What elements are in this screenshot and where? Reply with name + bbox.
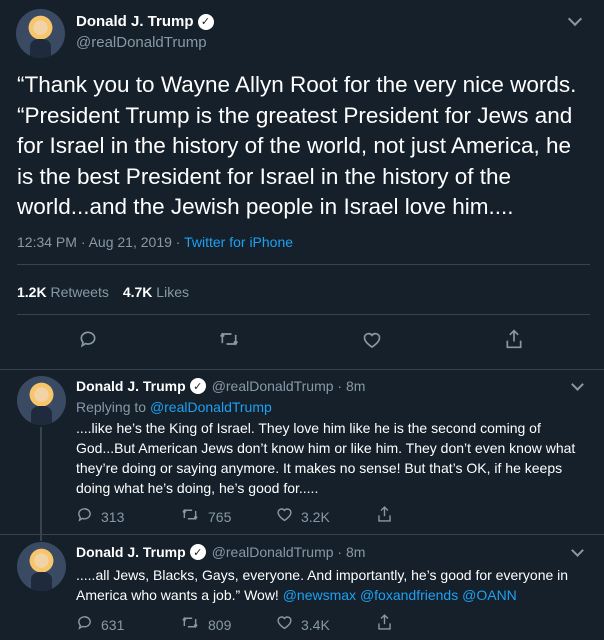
thread-connector bbox=[40, 427, 42, 541]
tweet-stats: 1.2K Retweets 4.7K Likes bbox=[17, 284, 189, 300]
avatar[interactable] bbox=[17, 542, 66, 591]
divider bbox=[17, 314, 590, 315]
tweet-meta: 12:34 PM · Aug 21, 2019 · Twitter for iP… bbox=[17, 234, 293, 250]
chevron-down-icon[interactable] bbox=[567, 11, 583, 27]
likes-count: 4.7K bbox=[122, 284, 153, 300]
mention-link[interactable]: @newsmax bbox=[283, 587, 356, 603]
reply-action[interactable]: 631 bbox=[76, 613, 180, 636]
reply-tweet[interactable]: Donald J. Trump ✓ @realDonaldTrump · 8m … bbox=[0, 370, 604, 535]
heart-icon[interactable] bbox=[362, 330, 382, 355]
avatar[interactable] bbox=[17, 376, 66, 425]
replying-to: Replying to @realDonaldTrump bbox=[76, 399, 272, 415]
retweet-count: 765 bbox=[208, 508, 232, 525]
tweet-text: .....all Jews, Blacks, Gays, everyone. A… bbox=[76, 565, 591, 605]
heart-icon bbox=[276, 506, 293, 527]
retweets-stat[interactable]: 1.2K Retweets bbox=[17, 284, 109, 300]
author-name-row[interactable]: Donald J. Trump ✓ @realDonaldTrump · 8m bbox=[76, 378, 365, 394]
verified-badge-icon: ✓ bbox=[197, 13, 214, 30]
avatar[interactable] bbox=[16, 9, 65, 58]
tweet-actions bbox=[0, 325, 604, 359]
verified-badge-icon: ✓ bbox=[189, 544, 206, 560]
retweet-action[interactable]: 765 bbox=[180, 505, 276, 528]
author-name[interactable]: Donald J. Trump bbox=[76, 13, 194, 30]
replying-to-label: Replying to bbox=[76, 399, 147, 415]
retweet-action[interactable]: 809 bbox=[180, 613, 276, 636]
tweet-actions: 631 809 3.4K bbox=[76, 613, 393, 636]
tweet-text: ....like he’s the King of Israel. They l… bbox=[76, 420, 576, 496]
main-tweet: Donald J. Trump ✓ @realDonaldTrump “Than… bbox=[0, 0, 604, 370]
likes-stat[interactable]: 4.7K Likes bbox=[123, 284, 189, 300]
chevron-down-icon[interactable] bbox=[571, 544, 584, 557]
author-name[interactable]: Donald J. Trump bbox=[76, 378, 186, 394]
like-count: 3.4K bbox=[301, 616, 330, 633]
author-name-row[interactable]: Donald J. Trump ✓ bbox=[76, 13, 214, 30]
reply-icon bbox=[76, 506, 93, 528]
author-handle-time[interactable]: @realDonaldTrump · 8m bbox=[212, 378, 366, 394]
author-handle-time[interactable]: @realDonaldTrump · 8m bbox=[212, 544, 366, 560]
retweets-count: 1.2K bbox=[17, 284, 47, 300]
like-action[interactable]: 3.2K bbox=[276, 505, 376, 528]
like-count: 3.2K bbox=[301, 508, 330, 525]
share-icon bbox=[376, 505, 393, 528]
tweet-timestamp[interactable]: 12:34 PM · Aug 21, 2019 · bbox=[17, 234, 180, 250]
retweet-icon[interactable] bbox=[218, 329, 240, 355]
author-name-row[interactable]: Donald J. Trump ✓ @realDonaldTrump · 8m bbox=[76, 544, 365, 560]
chevron-down-icon[interactable] bbox=[571, 378, 584, 391]
replying-to-link[interactable]: @realDonaldTrump bbox=[150, 399, 272, 415]
tweet-text: “Thank you to Wayne Allyn Root for the v… bbox=[17, 72, 577, 219]
heart-icon bbox=[276, 614, 293, 635]
retweets-label: Retweets bbox=[50, 284, 109, 300]
reply-icon[interactable] bbox=[78, 329, 98, 355]
retweet-icon bbox=[180, 506, 200, 528]
divider bbox=[17, 264, 590, 265]
author-name[interactable]: Donald J. Trump bbox=[76, 544, 186, 560]
share-action[interactable] bbox=[376, 613, 393, 636]
share-icon[interactable] bbox=[504, 328, 524, 356]
likes-label: Likes bbox=[156, 284, 189, 300]
reply-action[interactable]: 313 bbox=[76, 505, 180, 528]
like-action[interactable]: 3.4K bbox=[276, 613, 376, 636]
retweet-count: 809 bbox=[208, 616, 232, 633]
author-handle[interactable]: @realDonaldTrump bbox=[76, 34, 207, 51]
mention-link[interactable]: @OANN bbox=[462, 587, 517, 603]
reply-count: 313 bbox=[101, 508, 125, 525]
mention-link[interactable]: @foxandfriends bbox=[360, 587, 458, 603]
reply-icon bbox=[76, 614, 93, 636]
retweet-icon bbox=[180, 614, 200, 636]
reply-tweet[interactable]: Donald J. Trump ✓ @realDonaldTrump · 8m … bbox=[0, 536, 604, 640]
reply-count: 631 bbox=[101, 616, 125, 633]
verified-badge-icon: ✓ bbox=[189, 378, 206, 394]
share-action[interactable] bbox=[376, 505, 393, 528]
share-icon bbox=[376, 613, 393, 636]
tweet-source-link[interactable]: Twitter for iPhone bbox=[184, 234, 293, 250]
tweet-actions: 313 765 3.2K bbox=[76, 505, 393, 528]
